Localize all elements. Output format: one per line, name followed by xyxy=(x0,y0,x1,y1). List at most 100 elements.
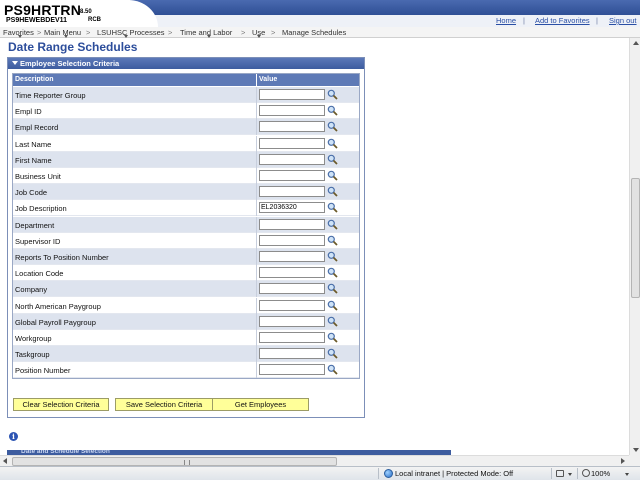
security-zone[interactable]: Local intranet | Protected Mode: Off xyxy=(395,469,513,478)
add-to-favorites-link[interactable]: Add to Favorites xyxy=(535,16,590,25)
criteria-value-input[interactable] xyxy=(259,89,325,100)
chevron-down-icon[interactable] xyxy=(625,473,629,476)
criteria-value-input[interactable] xyxy=(259,332,325,343)
magnifier-icon[interactable] xyxy=(327,89,338,100)
header-link-separator: | xyxy=(523,16,525,25)
magnifier-icon[interactable] xyxy=(327,348,338,359)
criteria-value-input[interactable] xyxy=(259,218,325,230)
vertical-scrollbar[interactable] xyxy=(629,38,640,455)
protected-mode-icon[interactable] xyxy=(556,470,564,477)
magnifier-icon[interactable] xyxy=(327,251,338,262)
table-row: Department xyxy=(13,216,359,233)
row-label: North American Paygroup xyxy=(15,301,101,311)
breadcrumb-main-menu[interactable]: Main Menu xyxy=(44,28,81,37)
table-row: Last Name xyxy=(13,135,359,152)
magnifier-icon[interactable] xyxy=(327,300,338,311)
header-links-bar: Home | Add to Favorites | Sign out xyxy=(130,15,640,27)
magnifier-icon[interactable] xyxy=(327,219,338,230)
scroll-left-button[interactable] xyxy=(0,456,10,466)
horizontal-scroll-thumb[interactable] xyxy=(12,457,337,466)
criteria-grid: Description Value Time Reporter Group Emp… xyxy=(12,73,360,379)
magnifier-icon[interactable] xyxy=(327,121,338,133)
magnifier-icon[interactable] xyxy=(327,186,338,197)
breadcrumb-separator: > xyxy=(86,28,91,37)
header-band xyxy=(130,0,640,15)
zoom-level[interactable]: 100% xyxy=(591,469,610,478)
column-divider xyxy=(256,346,257,363)
vertical-scroll-thumb[interactable] xyxy=(631,178,640,298)
status-bar: Local intranet | Protected Mode: Off 100… xyxy=(0,466,640,480)
criteria-value-input[interactable]: EL2036320 xyxy=(259,202,325,214)
info-icon[interactable]: i xyxy=(9,432,18,441)
magnifier-icon[interactable] xyxy=(327,283,338,295)
status-divider xyxy=(577,468,578,479)
magnifier-icon[interactable] xyxy=(327,316,338,327)
column-divider xyxy=(256,249,257,265)
save-selection-criteria-button[interactable]: Save Selection Criteria xyxy=(115,398,213,411)
criteria-value-input[interactable] xyxy=(259,299,325,311)
collapse-triangle-icon[interactable] xyxy=(12,61,18,65)
row-label: Location Code xyxy=(15,269,64,279)
page-title: Date Range Schedules xyxy=(8,40,138,54)
get-employees-button[interactable]: Get Employees xyxy=(212,398,309,411)
arrow-down-icon xyxy=(633,448,639,452)
table-row: Supervisor ID xyxy=(13,232,359,249)
column-header-description: Description xyxy=(15,76,54,83)
magnifier-icon[interactable] xyxy=(327,170,338,181)
column-divider xyxy=(256,362,257,379)
user-id: RCB xyxy=(88,17,101,23)
table-row: Workgroup xyxy=(13,330,359,346)
zoom-icon[interactable] xyxy=(582,469,590,477)
column-divider xyxy=(256,281,257,298)
magnifier-icon[interactable] xyxy=(327,138,338,149)
status-divider xyxy=(378,468,379,479)
column-divider xyxy=(256,265,257,282)
criteria-value-input[interactable] xyxy=(259,105,325,117)
browser-page: Home | Add to Favorites | Sign out PS9HR… xyxy=(0,0,640,480)
chevron-down-icon[interactable] xyxy=(568,473,572,476)
column-divider xyxy=(256,87,257,103)
criteria-value-input[interactable] xyxy=(259,234,325,246)
table-row: Global Payroll Paygroup xyxy=(13,313,359,330)
table-row: Business Unit xyxy=(13,168,359,184)
breadcrumb-separator: > xyxy=(168,28,173,37)
sign-out-link[interactable]: Sign out xyxy=(609,16,637,25)
arrow-right-icon xyxy=(621,458,625,464)
magnifier-icon[interactable] xyxy=(327,235,338,246)
breadcrumb-lsuhsc-processes[interactable]: LSUHSC Processes xyxy=(97,28,165,37)
arrow-up-icon xyxy=(633,41,639,45)
home-link[interactable]: Home xyxy=(496,16,516,25)
scroll-down-button[interactable] xyxy=(631,445,640,455)
clear-selection-criteria-button[interactable]: Clear Selection Criteria xyxy=(13,398,109,411)
criteria-value-input[interactable] xyxy=(259,186,325,198)
criteria-value-input[interactable] xyxy=(259,153,325,165)
table-row: Position Number xyxy=(13,362,359,379)
arrow-left-icon xyxy=(3,458,7,464)
criteria-value-input[interactable] xyxy=(259,251,325,262)
criteria-value-input[interactable] xyxy=(259,267,325,279)
magnifier-icon[interactable] xyxy=(327,154,338,165)
section-header[interactable]: Employee Selection Criteria xyxy=(8,58,364,69)
magnifier-icon[interactable] xyxy=(327,332,338,343)
horizontal-scrollbar[interactable] xyxy=(0,455,629,466)
column-divider xyxy=(256,200,257,217)
magnifier-icon[interactable] xyxy=(327,105,338,116)
criteria-value-input[interactable] xyxy=(259,137,325,149)
scroll-right-button[interactable] xyxy=(618,456,628,466)
criteria-value-input[interactable] xyxy=(259,121,325,133)
criteria-value-input[interactable] xyxy=(259,170,325,181)
row-label: Empl ID xyxy=(15,107,42,117)
row-label: Business Unit xyxy=(15,172,61,181)
criteria-value-input[interactable] xyxy=(259,315,325,327)
criteria-value-input[interactable] xyxy=(259,364,325,376)
criteria-value-input[interactable] xyxy=(259,283,325,295)
row-label: First Name xyxy=(15,155,52,165)
chevron-down-icon xyxy=(18,35,22,38)
magnifier-icon[interactable] xyxy=(327,364,338,376)
criteria-value-input[interactable] xyxy=(259,348,325,360)
chevron-down-icon xyxy=(124,35,128,38)
scroll-up-button[interactable] xyxy=(631,38,640,48)
magnifier-icon[interactable] xyxy=(327,202,338,214)
magnifier-icon[interactable] xyxy=(327,267,338,278)
table-row: Empl ID xyxy=(13,103,359,120)
